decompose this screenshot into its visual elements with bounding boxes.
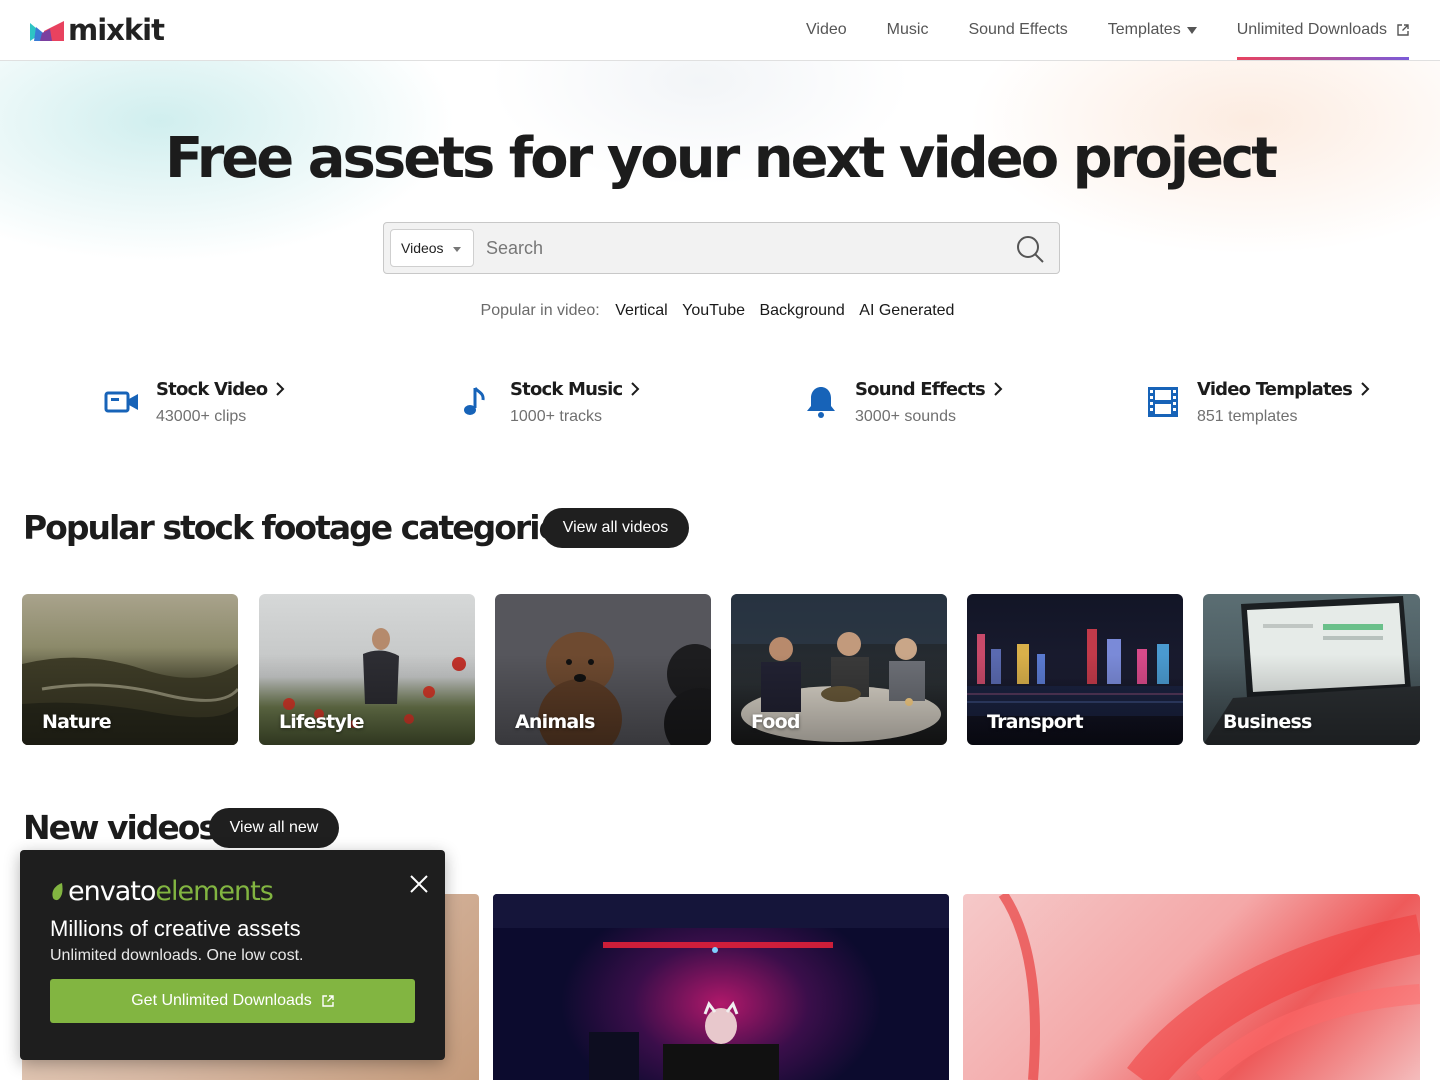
abstract-liquid-image bbox=[998, 894, 1420, 1080]
nav-templates-label: Templates bbox=[1107, 21, 1181, 38]
mixkit-logo[interactable]: mixkit bbox=[30, 13, 165, 47]
category-tile-transport[interactable]: Transport bbox=[967, 594, 1183, 745]
search-category-value: Videos bbox=[401, 240, 444, 256]
categories-section-title: Popular stock footage categories bbox=[23, 508, 579, 547]
nav-unlimited-downloads-label: Unlimited Downloads bbox=[1236, 21, 1387, 38]
popular-link-youtube[interactable]: YouTube bbox=[682, 302, 745, 319]
category-tile-food[interactable]: Food bbox=[731, 594, 947, 745]
view-all-videos-button[interactable]: View all videos bbox=[542, 508, 689, 548]
nav-sound-effects[interactable]: Sound Effects bbox=[968, 0, 1067, 60]
envato-elements-logo: envato elements bbox=[50, 876, 274, 907]
external-link-icon bbox=[322, 995, 334, 1007]
nav-templates[interactable]: Templates bbox=[1108, 0, 1197, 60]
asset-title: Stock Video bbox=[156, 378, 268, 400]
tile-label: Business bbox=[1223, 711, 1312, 733]
nav-video[interactable]: Video bbox=[806, 0, 847, 60]
asset-title: Stock Music bbox=[510, 378, 623, 400]
nav-music[interactable]: Music bbox=[887, 0, 929, 60]
tile-label: Transport bbox=[987, 711, 1084, 733]
popular-link-ai-generated[interactable]: AI Generated bbox=[859, 302, 954, 319]
new-video-thumbnail-2[interactable] bbox=[493, 894, 949, 1080]
nav-music-label: Music bbox=[886, 21, 929, 38]
popular-link-background[interactable]: Background bbox=[759, 302, 844, 319]
music-note-icon bbox=[464, 387, 485, 415]
bell-icon bbox=[807, 387, 835, 418]
asset-types: Stock Video 43000+ clips Stock Music 100… bbox=[0, 378, 1440, 438]
search-icon[interactable] bbox=[1015, 234, 1045, 264]
popular-label: Popular in video: bbox=[480, 302, 600, 319]
asset-count: 1000+ tracks bbox=[510, 408, 603, 425]
asset-count: 851 templates bbox=[1197, 408, 1298, 425]
asset-title: Video Templates bbox=[1197, 378, 1353, 400]
chevron-right-icon bbox=[994, 382, 1003, 396]
popup-subtitle: Unlimited downloads. One low cost. bbox=[50, 947, 304, 964]
new-videos-section-title: New videos bbox=[23, 808, 218, 847]
gaming-setup-image bbox=[493, 894, 949, 1080]
chevron-right-icon bbox=[631, 382, 640, 396]
asset-title: Sound Effects bbox=[855, 378, 986, 400]
site-header: mixkit Video Music Sound Effects Templat… bbox=[0, 0, 1440, 61]
new-video-thumbnail-3[interactable] bbox=[963, 894, 1420, 1080]
logo-wordmark: mixkit bbox=[68, 13, 165, 47]
tile-label: Lifestyle bbox=[279, 711, 365, 733]
get-unlimited-downloads-button[interactable]: Get Unlimited Downloads bbox=[50, 979, 415, 1023]
asset-stock-video[interactable]: Stock Video 43000+ clips bbox=[104, 378, 285, 434]
popup-button-label: Get Unlimited Downloads bbox=[131, 992, 312, 1009]
film-strip-icon bbox=[1148, 387, 1178, 417]
asset-sound-effects[interactable]: Sound Effects 3000+ sounds bbox=[803, 378, 1003, 434]
tile-label: Animals bbox=[515, 711, 595, 733]
caret-down-icon bbox=[1186, 26, 1197, 34]
view-all-new-button[interactable]: View all new bbox=[209, 808, 339, 848]
popular-searches: Popular in video: Vertical YouTube Backg… bbox=[0, 302, 1440, 320]
popular-link-vertical[interactable]: Vertical bbox=[615, 302, 667, 319]
elements-wordmark: elements bbox=[155, 876, 273, 907]
chevron-right-icon bbox=[1361, 382, 1370, 396]
caret-down-icon bbox=[453, 247, 461, 252]
hero-title: Free assets for your next video project bbox=[165, 126, 1278, 191]
asset-video-templates[interactable]: Video Templates 851 templates bbox=[1145, 378, 1370, 434]
tile-label: Nature bbox=[42, 711, 112, 733]
asset-count: 43000+ clips bbox=[156, 408, 247, 425]
category-tile-animals[interactable]: Animals bbox=[495, 594, 711, 745]
asset-count: 3000+ sounds bbox=[855, 408, 956, 425]
envato-promo-popup: envato elements Millions of creative asse… bbox=[20, 850, 445, 1060]
popup-title: Millions of creative assets bbox=[50, 916, 301, 941]
category-tile-nature[interactable]: Nature bbox=[22, 594, 238, 745]
tile-label: Food bbox=[751, 711, 801, 733]
close-icon[interactable] bbox=[409, 874, 429, 894]
envato-wordmark: envato bbox=[68, 876, 156, 907]
video-camera-icon bbox=[104, 391, 138, 413]
nav-video-label: Video bbox=[806, 21, 847, 38]
external-link-icon bbox=[1397, 24, 1409, 36]
chevron-right-icon bbox=[276, 382, 285, 396]
search-bar: Videos bbox=[383, 222, 1060, 274]
nav-unlimited-downloads[interactable]: Unlimited Downloads bbox=[1236, 0, 1410, 60]
category-tile-lifestyle[interactable]: Lifestyle bbox=[259, 594, 475, 745]
asset-stock-music[interactable]: Stock Music 1000+ tracks bbox=[458, 378, 640, 434]
search-input[interactable] bbox=[486, 224, 986, 272]
main-nav: Video Music Sound Effects Templates Unli… bbox=[766, 0, 1410, 60]
nav-sound-effects-label: Sound Effects bbox=[968, 21, 1068, 38]
envato-leaf-icon bbox=[52, 882, 63, 900]
category-tile-business[interactable]: Business bbox=[1203, 594, 1420, 745]
search-category-select[interactable]: Videos bbox=[390, 229, 474, 267]
mixkit-logo-mark-icon bbox=[30, 21, 64, 41]
